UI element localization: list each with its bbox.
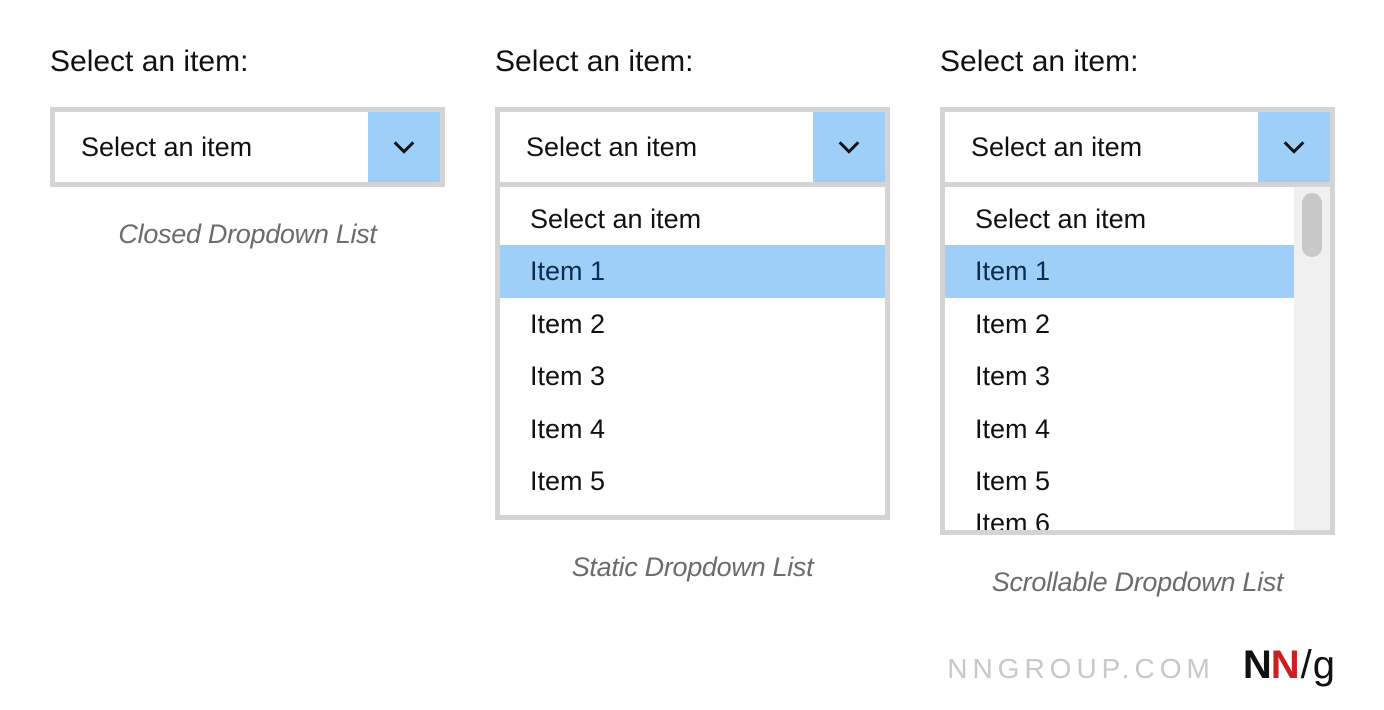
static-listbox[interactable]: Select an item Item 1 Item 2 Item 3 Item… bbox=[495, 187, 890, 520]
static-dropdown-value: Select an item bbox=[500, 112, 813, 182]
scroll-dropdown-toggle[interactable] bbox=[1258, 112, 1330, 182]
chevron-down-icon bbox=[835, 133, 863, 161]
scroll-caption: Scrollable Dropdown List bbox=[940, 567, 1335, 598]
footer-url: NNGROUP.COM bbox=[947, 653, 1215, 685]
logo-n2: N bbox=[1271, 643, 1299, 688]
scroll-dropdown[interactable]: Select an item bbox=[940, 107, 1335, 187]
scroll-option-5[interactable]: Item 5 bbox=[945, 455, 1294, 507]
footer: NNGROUP.COM NN/g bbox=[947, 643, 1334, 688]
scroll-option-6[interactable]: Item 6 bbox=[945, 507, 1294, 531]
scrollable-dropdown-example: Select an item: Select an item Select an… bbox=[940, 45, 1335, 598]
scroll-option-3[interactable]: Item 3 bbox=[945, 350, 1294, 402]
closed-label: Select an item: bbox=[50, 45, 445, 79]
scroll-listbox[interactable]: Select an item Item 1 Item 2 Item 3 Item… bbox=[940, 187, 1335, 535]
scroll-label: Select an item: bbox=[940, 45, 1335, 79]
static-dropdown[interactable]: Select an item bbox=[495, 107, 890, 187]
chevron-down-icon bbox=[1280, 133, 1308, 161]
scrollbar-track[interactable] bbox=[1294, 187, 1330, 530]
closed-dropdown-example: Select an item: Select an item Closed Dr… bbox=[50, 45, 445, 250]
static-option-3[interactable]: Item 3 bbox=[500, 350, 885, 402]
scroll-option-2[interactable]: Item 2 bbox=[945, 298, 1294, 350]
scroll-option-4[interactable]: Item 4 bbox=[945, 403, 1294, 455]
nng-logo: NN/g bbox=[1243, 643, 1334, 688]
closed-caption: Closed Dropdown List bbox=[50, 219, 445, 250]
static-option-4[interactable]: Item 4 bbox=[500, 403, 885, 455]
scroll-option-1[interactable]: Item 1 bbox=[945, 245, 1294, 297]
closed-dropdown-value: Select an item bbox=[55, 112, 368, 182]
static-dropdown-example: Select an item: Select an item Select an… bbox=[495, 45, 890, 583]
closed-dropdown-toggle[interactable] bbox=[368, 112, 440, 182]
scrollbar-thumb[interactable] bbox=[1302, 193, 1322, 257]
static-dropdown-toggle[interactable] bbox=[813, 112, 885, 182]
closed-dropdown[interactable]: Select an item bbox=[50, 107, 445, 187]
static-option-1[interactable]: Item 1 bbox=[500, 245, 885, 297]
static-option-5[interactable]: Item 5 bbox=[500, 455, 885, 507]
chevron-down-icon bbox=[390, 133, 418, 161]
static-option-2[interactable]: Item 2 bbox=[500, 298, 885, 350]
logo-slash: / bbox=[1301, 643, 1311, 688]
static-label: Select an item: bbox=[495, 45, 890, 79]
scroll-dropdown-value: Select an item bbox=[945, 112, 1258, 182]
static-option-placeholder[interactable]: Select an item bbox=[500, 193, 885, 245]
static-caption: Static Dropdown List bbox=[495, 552, 890, 583]
logo-n1: N bbox=[1243, 643, 1271, 688]
logo-g: g bbox=[1313, 643, 1334, 688]
scroll-option-placeholder[interactable]: Select an item bbox=[945, 193, 1294, 245]
